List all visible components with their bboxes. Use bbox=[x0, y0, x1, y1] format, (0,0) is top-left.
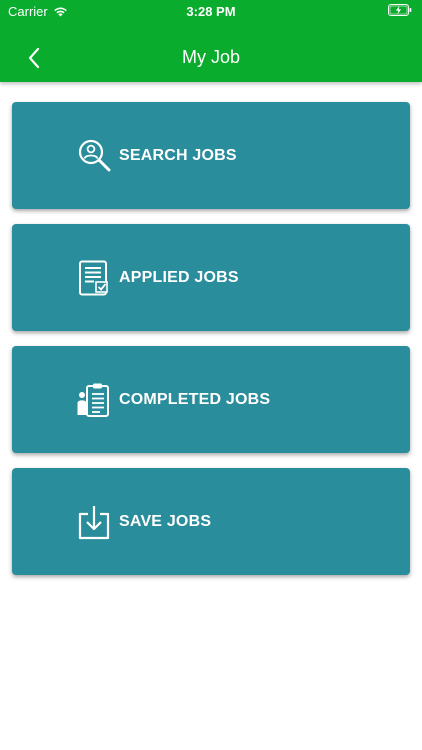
header: Carrier 3:28 PM My Job bbox=[0, 0, 422, 82]
clipboard-person-icon bbox=[76, 382, 112, 418]
save-jobs-button[interactable]: SAVE JOBS bbox=[12, 468, 410, 575]
applied-jobs-button[interactable]: APPLIED JOBS bbox=[12, 224, 410, 331]
search-jobs-button[interactable]: SEARCH JOBS bbox=[12, 102, 410, 209]
nav-bar: My Job bbox=[0, 34, 422, 82]
page-title: My Job bbox=[181, 47, 241, 67]
completed-jobs-label: COMPLETED JOBS bbox=[119, 391, 271, 408]
status-bar: Carrier 3:28 PM bbox=[0, 0, 422, 22]
status-time: 3:28 PM bbox=[186, 4, 236, 19]
download-tray-icon bbox=[76, 504, 112, 540]
completed-jobs-button[interactable]: COMPLETED JOBS bbox=[12, 346, 410, 453]
search-user-icon bbox=[76, 138, 112, 174]
save-jobs-label: SAVE JOBS bbox=[119, 513, 212, 530]
search-jobs-label: SEARCH JOBS bbox=[119, 147, 237, 164]
job-menu: SEARCH JOBS APPLIED JOBS COMPLETED JOBS … bbox=[12, 102, 410, 590]
applied-jobs-label: APPLIED JOBS bbox=[119, 269, 239, 286]
battery-charging-icon bbox=[388, 4, 412, 19]
document-check-icon bbox=[76, 260, 112, 296]
